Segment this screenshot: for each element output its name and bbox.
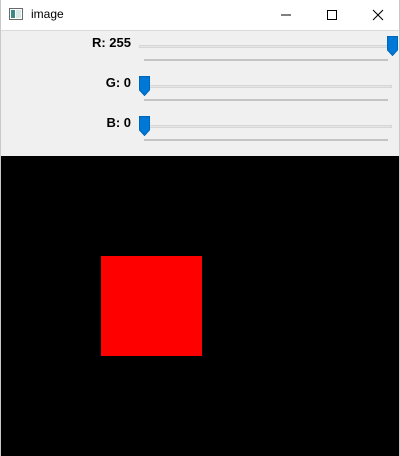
- maximize-button[interactable]: [309, 0, 355, 30]
- minimize-icon: [281, 14, 291, 16]
- trackbar-r-track[interactable]: [139, 45, 392, 48]
- red-square: [101, 256, 202, 356]
- trackbar-b-track[interactable]: [139, 125, 392, 128]
- trackbar-g-label: G: 0: [105, 75, 131, 90]
- trackbar-b-tickline: [144, 139, 388, 141]
- trackbar-r-label: R: 255: [91, 35, 131, 50]
- trackbar-r: R: 255: [1, 33, 399, 73]
- trackbar-g-thumb[interactable]: [139, 76, 150, 96]
- trackbar-panel: R: 255 G: 0 B: 0: [1, 31, 399, 156]
- trackbar-b-thumb[interactable]: [139, 116, 150, 136]
- trackbar-g: G: 0: [1, 73, 399, 113]
- trackbar-b-label: B: 0: [106, 115, 131, 130]
- trackbar-r-thumb[interactable]: [387, 36, 398, 56]
- maximize-icon: [327, 10, 337, 20]
- image-canvas: [1, 156, 399, 456]
- trackbar-b: B: 0: [1, 113, 399, 153]
- close-icon: [372, 9, 384, 21]
- window-title: image: [31, 7, 64, 21]
- trackbar-g-track[interactable]: [139, 85, 392, 88]
- minimize-button[interactable]: [263, 0, 309, 30]
- trackbar-r-tickline: [144, 59, 388, 61]
- close-button[interactable]: [355, 0, 399, 30]
- opencv-window: image R: 255 G: 0 B: 0: [0, 0, 400, 456]
- trackbar-g-tickline: [144, 99, 388, 101]
- window-app-icon: [9, 8, 23, 20]
- title-bar[interactable]: image: [1, 0, 399, 31]
